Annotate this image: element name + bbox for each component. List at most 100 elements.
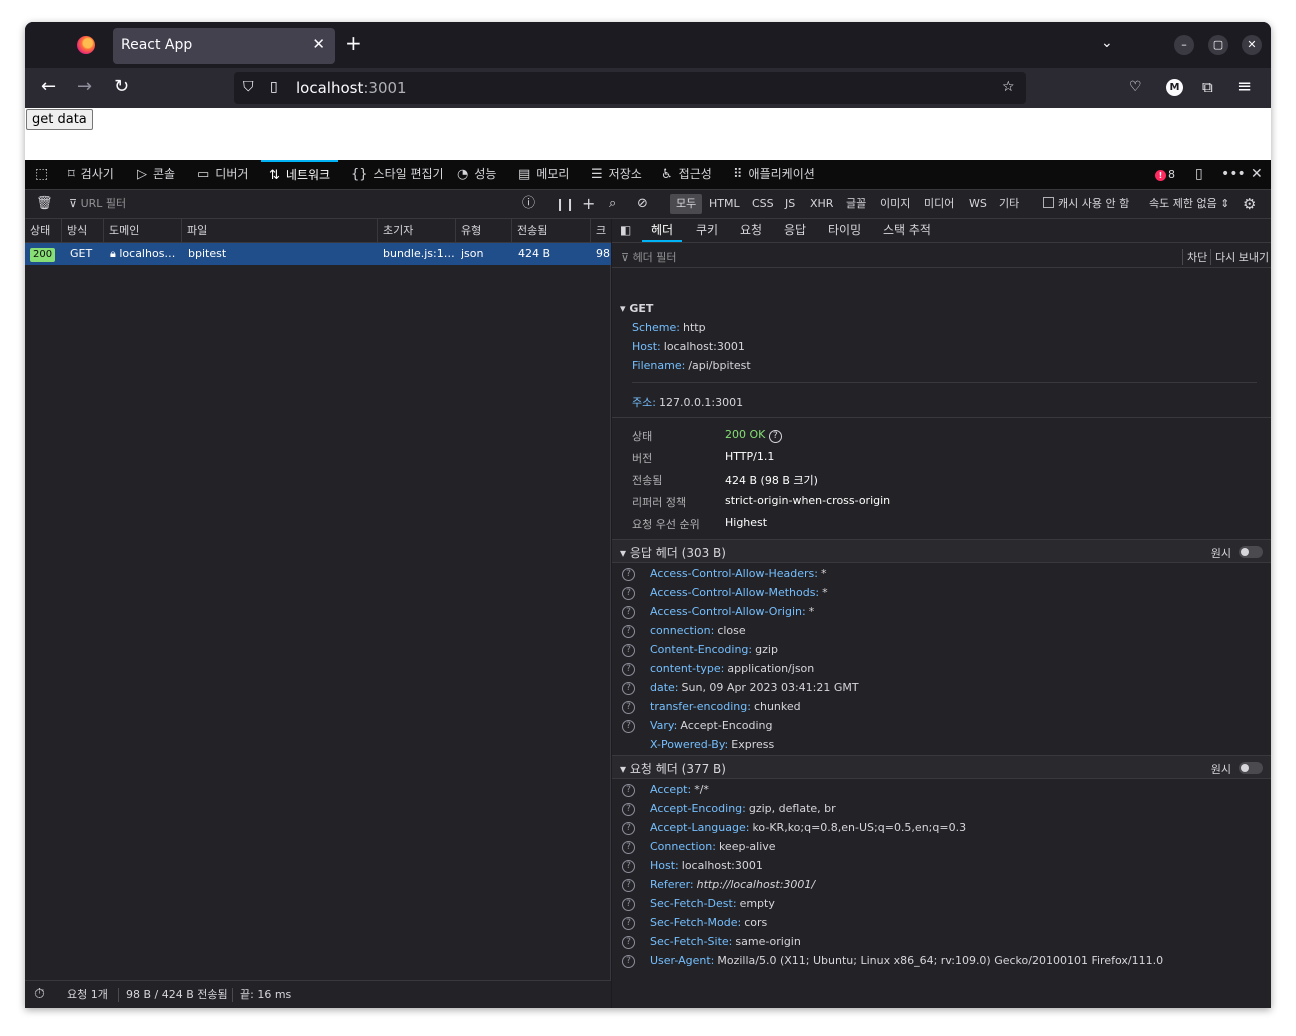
header-row[interactable]: Sec-Fetch-Dest: empty <box>650 897 775 910</box>
throttling-select[interactable]: 속도 제한 없음 ⇕ <box>1149 190 1229 218</box>
tab-application[interactable]: ⠿ 애플리케이션 <box>733 160 815 189</box>
status-help-icon[interactable]: ? <box>768 430 782 443</box>
tab-accessibility[interactable]: ♿ 접근성 <box>661 160 712 189</box>
url-filter-input[interactable]: ⊽ URL 필터 <box>69 190 126 218</box>
menu-icon[interactable]: ≡ <box>1237 77 1252 97</box>
header-row[interactable]: content-type: application/json <box>650 662 814 675</box>
header-help-icon[interactable]: ? <box>622 841 635 854</box>
header-row[interactable]: Vary: Accept-Encoding <box>650 719 773 732</box>
raw-toggle[interactable] <box>1239 762 1263 774</box>
col-file[interactable]: 파일 <box>182 219 378 243</box>
header-help-icon[interactable]: ? <box>622 644 635 657</box>
filter-type-html[interactable]: HTML <box>709 190 740 218</box>
filter-type-other[interactable]: 기타 <box>999 190 1019 218</box>
maximize-icon[interactable]: ▢ <box>1208 35 1228 55</box>
get-data-button[interactable]: get data <box>26 109 93 130</box>
header-row[interactable]: Access-Control-Allow-Origin: * <box>650 605 814 618</box>
col-domain[interactable]: 도메인 <box>104 219 182 243</box>
tab-storage[interactable]: ☰ 저장소 <box>591 160 642 189</box>
method-section-toggle[interactable]: ▾ GET <box>620 302 653 315</box>
filter-type-js[interactable]: JS <box>785 190 795 218</box>
header-help-icon[interactable]: ? <box>622 784 635 797</box>
tab-performance[interactable]: ◔ 성능 <box>457 160 496 189</box>
filter-type-fonts[interactable]: 글꼴 <box>846 190 866 218</box>
header-row[interactable]: Accept-Encoding: gzip, deflate, br <box>650 802 836 815</box>
header-row[interactable]: date: Sun, 09 Apr 2023 03:41:21 GMT <box>650 681 859 694</box>
header-help-icon[interactable]: ? <box>622 860 635 873</box>
tab-request[interactable]: 요청 <box>740 219 762 242</box>
tab-timings[interactable]: 타이밍 <box>828 219 861 242</box>
header-help-icon[interactable]: ? <box>622 822 635 835</box>
request-headers-section[interactable]: ▾ 요청 헤더 (377 B) 원시 <box>612 755 1271 779</box>
response-headers-section[interactable]: ▾ 응답 헤더 (303 B) 원시 <box>612 539 1271 563</box>
filter-type-images[interactable]: 이미지 <box>880 190 910 218</box>
block-button[interactable]: 차단 <box>1182 249 1207 265</box>
more-options-icon[interactable]: ••• <box>1221 160 1246 189</box>
url-text[interactable]: localhost:3001 <box>296 79 407 97</box>
header-row[interactable]: Content-Encoding: gzip <box>650 643 778 656</box>
filter-type-ws[interactable]: WS <box>969 190 987 218</box>
header-help-icon[interactable]: ? <box>622 587 635 600</box>
close-window-icon[interactable]: ✕ <box>1242 35 1262 55</box>
header-help-icon[interactable]: ? <box>622 682 635 695</box>
header-help-icon[interactable]: ? <box>622 955 635 968</box>
header-help-icon[interactable]: ? <box>622 720 635 733</box>
header-row[interactable]: Access-Control-Allow-Headers: * <box>650 567 826 580</box>
reload-icon[interactable]: ↻ <box>114 77 129 97</box>
header-row[interactable]: Referer: http://localhost:3001/ <box>650 878 815 891</box>
header-help-icon[interactable]: ? <box>622 625 635 638</box>
tab-list-chevron-icon[interactable]: ⌄ <box>1101 35 1113 51</box>
tab-network[interactable]: ⇅ 네트워크 <box>261 160 339 189</box>
tab-memory[interactable]: ▤ 메모리 <box>518 160 569 189</box>
page-icon[interactable]: ▯ <box>270 79 278 95</box>
header-row[interactable]: Connection: keep-alive <box>650 840 776 853</box>
col-transferred[interactable]: 전송됨 <box>512 219 591 243</box>
pocket-icon[interactable]: ♡ <box>1129 77 1142 97</box>
header-help-icon[interactable]: ? <box>622 568 635 581</box>
settings-gear-icon[interactable]: ⚙ <box>1243 190 1256 218</box>
shield-icon[interactable]: ⛉ <box>243 79 254 95</box>
row-initiator[interactable]: bundle.js:1… <box>383 243 455 265</box>
error-count-badge[interactable]: ! 8 <box>1155 168 1175 181</box>
col-size[interactable]: 크 <box>591 219 611 243</box>
clear-trash-icon[interactable]: 🗑 <box>36 190 53 218</box>
forward-icon[interactable]: → <box>77 77 92 97</box>
disable-cache-checkbox[interactable]: 캐시 사용 안 함 <box>1043 190 1129 218</box>
add-icon[interactable]: + <box>582 190 595 218</box>
header-filter-input[interactable]: ⊽ 헤더 필터 <box>621 249 677 265</box>
col-status[interactable]: 상태 <box>25 219 62 243</box>
close-devtools-icon[interactable]: ✕ <box>1251 160 1263 189</box>
tab-stack-trace[interactable]: 스택 추적 <box>883 219 931 242</box>
header-row[interactable]: Sec-Fetch-Site: same-origin <box>650 935 801 948</box>
col-type[interactable]: 유형 <box>456 219 512 243</box>
filter-type-css[interactable]: CSS <box>752 190 774 218</box>
dock-icon[interactable]: ▯ <box>1195 160 1203 189</box>
col-initiator[interactable]: 초기자 <box>378 219 456 243</box>
filter-type-xhr[interactable]: XHR <box>810 190 833 218</box>
tab-response[interactable]: 응답 <box>784 219 806 242</box>
header-help-icon[interactable]: ? <box>622 936 635 949</box>
filter-type-media[interactable]: 미디어 <box>924 190 954 218</box>
raw-toggle[interactable] <box>1239 546 1263 558</box>
header-row[interactable]: Host: localhost:3001 <box>650 859 763 872</box>
minimize-icon[interactable]: – <box>1174 35 1194 55</box>
element-picker-icon[interactable]: ⬚ <box>35 160 48 189</box>
tab-close-icon[interactable]: ✕ <box>312 35 325 53</box>
col-method[interactable]: 방식 <box>62 219 104 243</box>
header-help-icon[interactable]: ? <box>622 803 635 816</box>
tab-cookies[interactable]: 쿠키 <box>696 219 718 242</box>
url-bar[interactable]: ⛉ ▯ localhost:3001 ☆ <box>234 72 1026 104</box>
header-row[interactable]: transfer-encoding: chunked <box>650 700 801 713</box>
tab-headers[interactable]: 헤더 <box>642 219 683 242</box>
back-icon[interactable]: ← <box>41 77 56 97</box>
tab-style-editor[interactable]: {} 스타일 편집기 <box>351 160 444 189</box>
header-row[interactable]: X-Powered-By: Express <box>650 738 774 751</box>
header-row[interactable]: Access-Control-Allow-Methods: * <box>650 586 828 599</box>
help-icon[interactable]: ⓘ <box>522 190 535 218</box>
header-row[interactable]: User-Agent: Mozilla/5.0 (X11; Ubuntu; Lin… <box>650 954 1163 967</box>
resend-button[interactable]: 다시 보내기 <box>1210 249 1269 265</box>
header-help-icon[interactable]: ? <box>622 879 635 892</box>
filter-type-all[interactable]: 모두 <box>670 194 703 214</box>
pause-icon[interactable]: ❙❙ <box>555 190 575 218</box>
table-row[interactable]: 200 GET 🔒︎ localhos… bpitest bundle.js:1… <box>25 243 611 265</box>
